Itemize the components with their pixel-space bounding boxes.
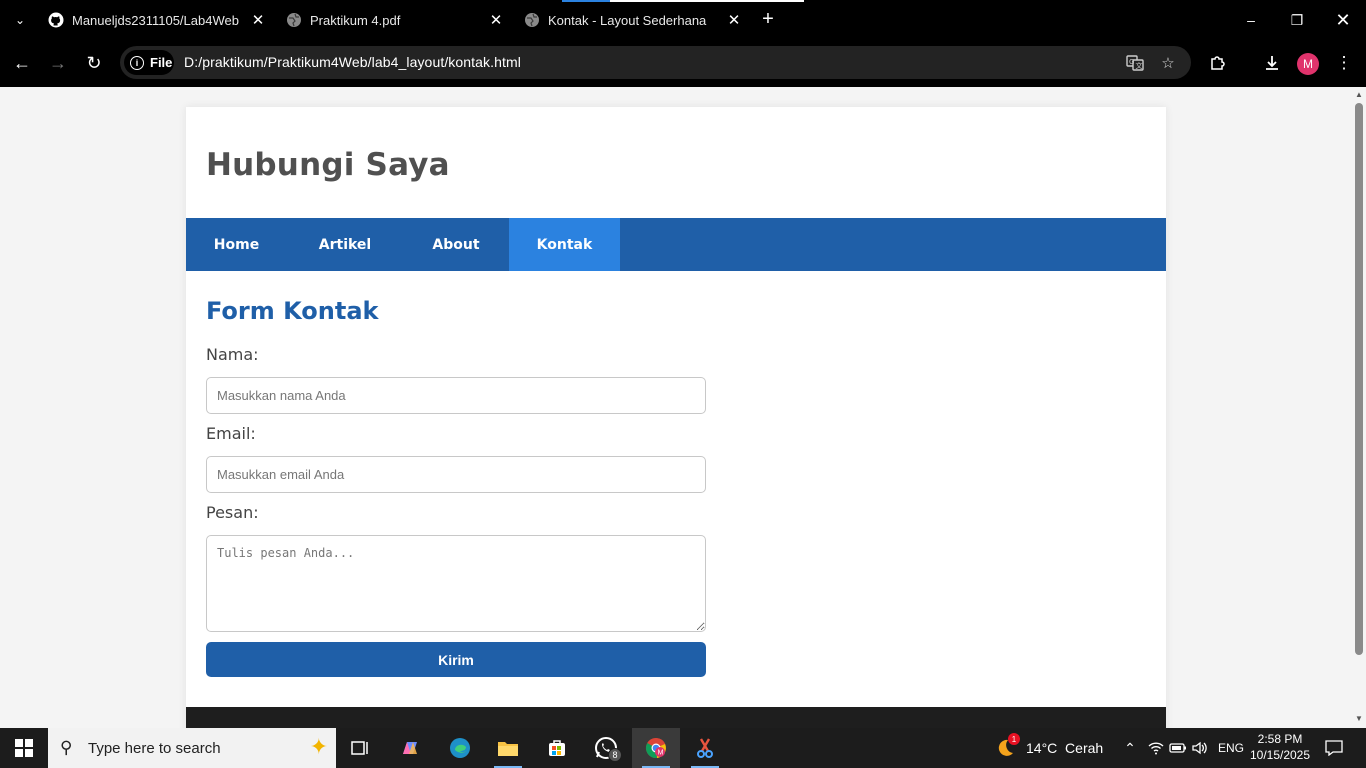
back-arrow-icon[interactable]: ← bbox=[9, 50, 35, 76]
svg-text:文: 文 bbox=[1136, 61, 1143, 70]
new-tab-plus-icon[interactable]: + bbox=[758, 9, 778, 30]
notification-center-icon[interactable] bbox=[1322, 728, 1346, 768]
info-icon: i bbox=[130, 55, 144, 70]
weather-badge: 1 bbox=[1008, 733, 1020, 745]
svg-text:G: G bbox=[1129, 58, 1134, 66]
taskbar-search-box[interactable]: ⚲ Type here to search ✦ bbox=[48, 728, 336, 768]
message-label: Pesan: bbox=[206, 503, 259, 522]
clock-time: 2:58 PM bbox=[1257, 732, 1303, 746]
profile-avatar[interactable]: M bbox=[1297, 53, 1319, 75]
browser-toolbar: ← → ↻ i File D:/praktikum/Praktikum4Web/… bbox=[0, 40, 1366, 87]
search-icon: ⚲ bbox=[60, 738, 73, 757]
page-viewport: Hubungi Saya Home Artikel About Kontak F… bbox=[0, 87, 1352, 728]
edge-browser-icon[interactable] bbox=[436, 728, 484, 768]
email-input[interactable] bbox=[206, 456, 706, 493]
nav-about-link[interactable]: About bbox=[403, 218, 509, 271]
main-nav: Home Artikel About Kontak bbox=[186, 218, 1166, 271]
restore-icon[interactable]: ❐ bbox=[1274, 0, 1320, 40]
task-view-icon[interactable] bbox=[336, 728, 384, 768]
forward-arrow-icon[interactable]: → bbox=[45, 50, 71, 76]
tab-loading-indicator bbox=[562, 0, 610, 2]
weather-widget[interactable]: 1 14°C Cerah bbox=[992, 728, 1103, 768]
browser-tab-strip: ⌄ Manueljds2311105/Lab4Web ✕ Praktikum 4… bbox=[0, 0, 1366, 40]
name-input[interactable] bbox=[206, 377, 706, 414]
message-textarea[interactable] bbox=[206, 535, 706, 632]
address-bar[interactable]: i File D:/praktikum/Praktikum4Web/lab4_l… bbox=[120, 46, 1191, 79]
tab-kontak-active[interactable]: Kontak - Layout Sederhana ✕ bbox=[524, 4, 744, 36]
menu-kebab-icon[interactable]: ⋮ bbox=[1332, 51, 1356, 75]
clock-date: 10/15/2025 bbox=[1249, 748, 1311, 762]
file-explorer-icon[interactable] bbox=[484, 728, 532, 768]
windows-taskbar: ⚲ Type here to search ✦ 8 M 1 14°C Cerah… bbox=[0, 728, 1366, 768]
page-header: Hubungi Saya bbox=[186, 107, 1166, 218]
submit-button[interactable]: Kirim bbox=[206, 642, 706, 677]
tab-title: Kontak - Layout Sederhana bbox=[548, 12, 707, 28]
page-footer bbox=[186, 707, 1166, 728]
scheme-label: File bbox=[150, 55, 173, 70]
notification-badge: 8 bbox=[608, 748, 622, 762]
download-icon[interactable] bbox=[1260, 51, 1284, 75]
scrollbar-thumb[interactable] bbox=[1355, 103, 1363, 655]
nav-artikel-link[interactable]: Artikel bbox=[287, 218, 403, 271]
page-container: Hubungi Saya Home Artikel About Kontak F… bbox=[186, 107, 1166, 728]
url-text[interactable]: D:/praktikum/Praktikum4Web/lab4_layout/k… bbox=[184, 54, 521, 70]
language-indicator[interactable]: ENG bbox=[1218, 728, 1244, 768]
close-icon[interactable]: ✕ bbox=[724, 10, 744, 30]
copilot-icon[interactable] bbox=[386, 728, 434, 768]
page-title: Hubungi Saya bbox=[206, 147, 450, 183]
tab-title: Manueljds2311105/Lab4Web bbox=[72, 12, 239, 28]
page-scrollbar[interactable]: ▲ ▼ bbox=[1352, 87, 1366, 728]
weather-moon-icon: 1 bbox=[992, 733, 1020, 761]
tab-github[interactable]: Manueljds2311105/Lab4Web ✕ bbox=[48, 4, 268, 36]
github-icon bbox=[48, 12, 64, 28]
search-placeholder: Type here to search bbox=[88, 739, 221, 757]
weather-text: 14°C Cerah bbox=[1026, 740, 1104, 756]
svg-text:M: M bbox=[658, 750, 664, 757]
volume-icon[interactable] bbox=[1190, 728, 1210, 768]
whatsapp-icon[interactable]: 8 bbox=[582, 728, 630, 768]
microsoft-store-icon[interactable] bbox=[533, 728, 581, 768]
name-label: Nama: bbox=[206, 345, 259, 364]
tab-search-chevron-icon[interactable]: ⌄ bbox=[8, 8, 32, 32]
email-label: Email: bbox=[206, 424, 256, 443]
globe-icon bbox=[524, 12, 540, 28]
minimize-icon[interactable]: – bbox=[1228, 0, 1274, 40]
window-close-icon[interactable]: ✕ bbox=[1320, 0, 1366, 40]
form-title: Form Kontak bbox=[206, 297, 379, 325]
scroll-up-arrow-icon[interactable]: ▲ bbox=[1354, 90, 1364, 100]
contact-form-section: Form Kontak Nama: Email: Pesan: Kirim bbox=[186, 271, 1166, 677]
wifi-icon[interactable] bbox=[1146, 728, 1166, 768]
snipping-tool-icon[interactable] bbox=[681, 728, 729, 768]
extensions-puzzle-icon[interactable] bbox=[1206, 51, 1230, 75]
taskbar-clock[interactable]: 2:58 PM 10/15/2025 bbox=[1248, 731, 1312, 763]
tab-pdf[interactable]: Praktikum 4.pdf ✕ bbox=[286, 4, 506, 36]
bookmark-star-icon[interactable]: ☆ bbox=[1157, 52, 1179, 74]
reload-icon[interactable]: ↻ bbox=[81, 50, 107, 76]
translate-icon[interactable]: G文 bbox=[1124, 52, 1146, 74]
chrome-icon[interactable]: M bbox=[632, 728, 680, 768]
nav-home-link[interactable]: Home bbox=[186, 218, 287, 271]
battery-icon[interactable] bbox=[1168, 728, 1188, 768]
tab-title: Praktikum 4.pdf bbox=[310, 12, 401, 28]
scroll-down-arrow-icon[interactable]: ▼ bbox=[1354, 714, 1364, 724]
show-hidden-icons-chevron-icon[interactable]: ⌃ bbox=[1120, 728, 1140, 768]
close-icon[interactable]: ✕ bbox=[486, 10, 506, 30]
site-info-chip[interactable]: i File bbox=[124, 50, 174, 75]
sparkle-icon: ✦ bbox=[309, 734, 328, 759]
globe-icon bbox=[286, 12, 302, 28]
close-icon[interactable]: ✕ bbox=[248, 10, 268, 30]
windows-start-icon[interactable] bbox=[0, 728, 48, 768]
active-tab-indicator bbox=[610, 0, 804, 2]
nav-kontak-link[interactable]: Kontak bbox=[509, 218, 620, 271]
